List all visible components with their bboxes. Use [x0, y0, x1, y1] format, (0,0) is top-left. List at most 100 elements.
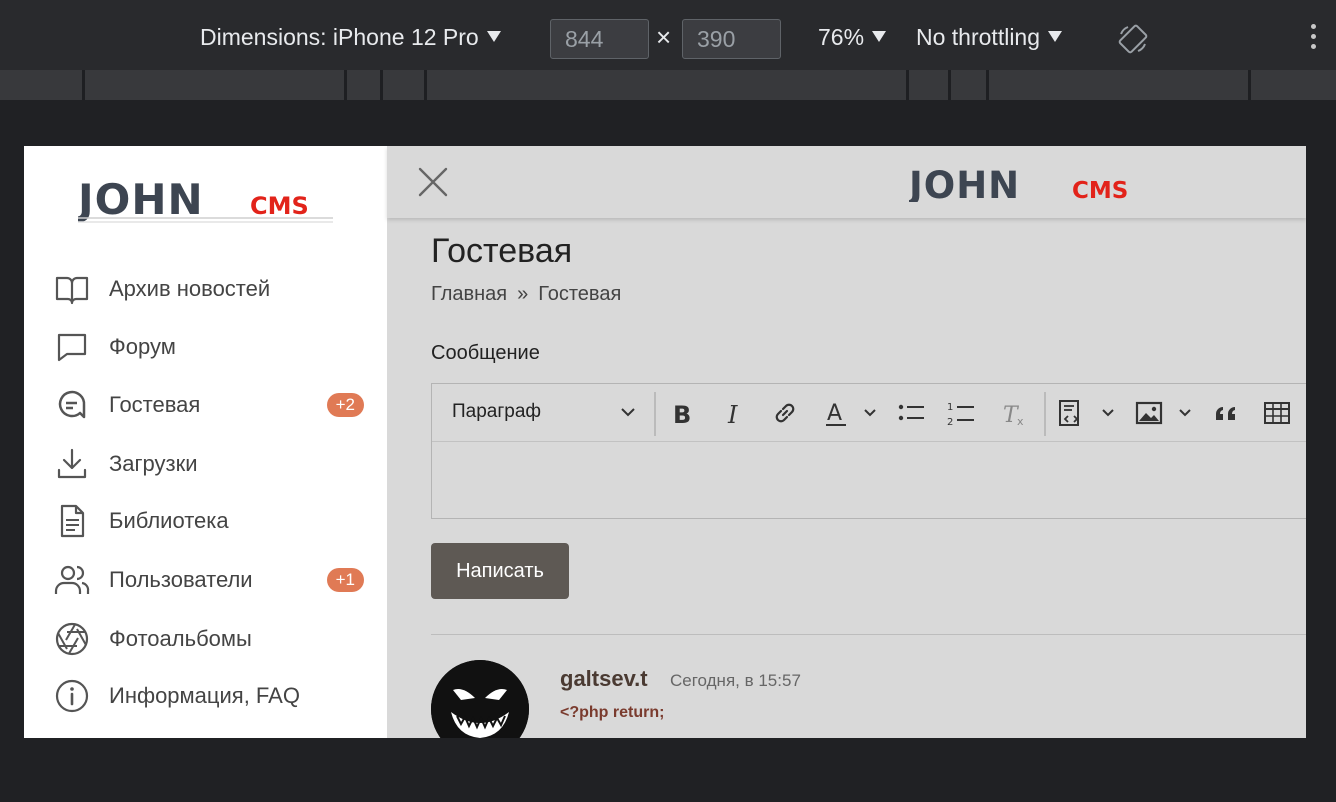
bold-icon[interactable]: B: [668, 398, 698, 428]
sidebar-item-library[interactable]: Библиотека: [54, 501, 364, 541]
breadcrumb: Главная » Гостевая: [431, 283, 621, 306]
dropdown-triangle-icon: [486, 31, 501, 42]
viewport-width-input[interactable]: 844: [550, 19, 649, 59]
media-query-ruler: [0, 70, 1336, 100]
logo-main-text: JOHN: [78, 175, 204, 224]
sidebar-item-label: Архив новостей: [109, 276, 271, 301]
sidebar-item-label: Загрузки: [109, 451, 198, 476]
sidebar-item-news-archive[interactable]: Архив новостей: [54, 269, 364, 309]
svg-text:I: I: [727, 401, 738, 428]
users-icon: [54, 565, 90, 594]
sidebar-item-label: Форум: [109, 334, 176, 359]
blockquote-icon[interactable]: [1212, 398, 1242, 428]
more-vertical-icon[interactable]: [1304, 24, 1322, 54]
toolbar-separator: [654, 392, 656, 436]
dropdown-triangle-icon: [872, 31, 887, 42]
svg-text:2: 2: [947, 417, 953, 428]
emulated-viewport: JOHN CMS Архив новостей Форум Гостевая +…: [24, 146, 1306, 738]
avatar-image: [431, 660, 529, 738]
top-bar: JOHN CMS: [387, 146, 1306, 218]
document-icon: [60, 504, 85, 538]
paragraph-format-select[interactable]: Параграф: [452, 401, 541, 423]
svg-text:1: 1: [947, 402, 953, 413]
viewport-height-input[interactable]: 390: [682, 19, 781, 59]
sidebar-item-info-faq[interactable]: Информация, FAQ: [54, 676, 364, 716]
editor-toolbar: Параграф B I A 12 Tx: [432, 384, 1306, 442]
image-icon[interactable]: [1134, 398, 1164, 428]
sidebar-item-users[interactable]: Пользователи +1: [54, 560, 364, 600]
info-icon: [55, 679, 89, 713]
divider: [431, 634, 1306, 635]
sidebar-item-label: Фотоальбомы: [109, 626, 252, 651]
times-sign: ×: [656, 22, 672, 52]
chevron-down-icon[interactable]: [863, 406, 877, 420]
breadcrumb-current: Гостевая: [538, 283, 622, 305]
sidebar-item-forum[interactable]: Форум: [54, 327, 364, 367]
remove-format-icon[interactable]: Tx: [1000, 398, 1030, 428]
ruler-segment[interactable]: [906, 70, 909, 100]
toolbar-separator: [1044, 392, 1046, 436]
sidebar-item-label: Информация, FAQ: [109, 683, 300, 708]
ruler-segment[interactable]: [1248, 70, 1251, 100]
close-icon[interactable]: [417, 166, 449, 198]
logo-accent-text: CMS: [1072, 178, 1128, 202]
book-icon: [55, 276, 89, 305]
ruler-segment[interactable]: [82, 70, 85, 100]
font-color-icon[interactable]: A: [822, 398, 852, 428]
sidebar-item-label: Гостевая: [109, 392, 201, 417]
bulleted-list-icon[interactable]: [896, 398, 926, 428]
message-label: Сообщение: [431, 342, 540, 364]
breadcrumb-home-link[interactable]: Главная: [431, 283, 507, 305]
svg-text:A: A: [827, 401, 842, 426]
svg-text:x: x: [1017, 415, 1024, 428]
dropdown-triangle-icon: [1048, 31, 1063, 42]
sidebar-item-photo-albums[interactable]: Фотоальбомы: [54, 619, 364, 659]
post-text: <?php return;: [560, 704, 665, 721]
device-dimensions-dropdown[interactable]: Dimensions: iPhone 12 Pro: [200, 24, 501, 51]
chevron-down-icon[interactable]: [1101, 406, 1115, 420]
aperture-icon: [55, 622, 89, 656]
submit-message-button[interactable]: Написать: [431, 543, 569, 599]
guestbook-icon: [58, 390, 86, 419]
sidebar-item-label: Пользователи: [109, 567, 253, 592]
rotate-icon[interactable]: [1118, 24, 1148, 54]
ruler-segment[interactable]: [948, 70, 951, 100]
page-title: Гостевая: [431, 232, 573, 270]
johncms-header-logo[interactable]: JOHN CMS: [909, 168, 1159, 202]
logo-accent-text: CMS: [250, 192, 309, 220]
chevron-down-icon[interactable]: [620, 404, 636, 420]
italic-icon[interactable]: I: [720, 398, 750, 428]
ruler-segment[interactable]: [344, 70, 347, 100]
zoom-dropdown[interactable]: 76%: [818, 24, 887, 51]
notification-badge: +2: [326, 393, 364, 417]
throttling-value: No throttling: [916, 24, 1041, 50]
link-icon[interactable]: [770, 398, 800, 428]
ruler-segment[interactable]: [986, 70, 989, 100]
numbered-list-icon[interactable]: 12: [946, 398, 976, 428]
avatar[interactable]: [431, 660, 529, 738]
throttling-dropdown[interactable]: No throttling: [916, 24, 1063, 51]
device-dimensions-label: Dimensions: iPhone 12 Pro: [200, 24, 479, 50]
breadcrumb-separator: »: [517, 283, 529, 305]
sidebar-item-label: Библиотека: [109, 508, 229, 533]
download-icon: [57, 448, 87, 479]
johncms-logo[interactable]: JOHN CMS: [78, 174, 338, 226]
sidebar: JOHN CMS Архив новостей Форум Гостевая +…: [24, 146, 387, 738]
post-author[interactable]: galtsev.t: [560, 666, 648, 692]
devtools-device-toolbar: Dimensions: iPhone 12 Pro 844 × 390 76% …: [0, 0, 1336, 78]
chat-bubble-icon: [57, 333, 87, 362]
ruler-segment[interactable]: [380, 70, 383, 100]
rich-text-editor: Параграф B I A 12 Tx: [431, 383, 1306, 519]
chevron-down-icon[interactable]: [1178, 406, 1192, 420]
zoom-value: 76%: [818, 24, 865, 50]
notification-badge: +1: [326, 568, 364, 592]
table-icon[interactable]: [1262, 398, 1292, 428]
source-code-icon[interactable]: [1056, 398, 1086, 428]
ruler-segment[interactable]: [424, 70, 427, 100]
sidebar-item-guestbook[interactable]: Гостевая +2: [54, 385, 364, 425]
main-content: JOHN CMS Гостевая Главная » Гостевая Сообщ…: [387, 146, 1306, 738]
sidebar-item-downloads[interactable]: Загрузки: [54, 444, 364, 484]
post-timestamp: Сегодня, в 15:57: [670, 671, 801, 690]
svg-text:B: B: [673, 401, 691, 428]
editor-content-area[interactable]: [432, 443, 1306, 519]
